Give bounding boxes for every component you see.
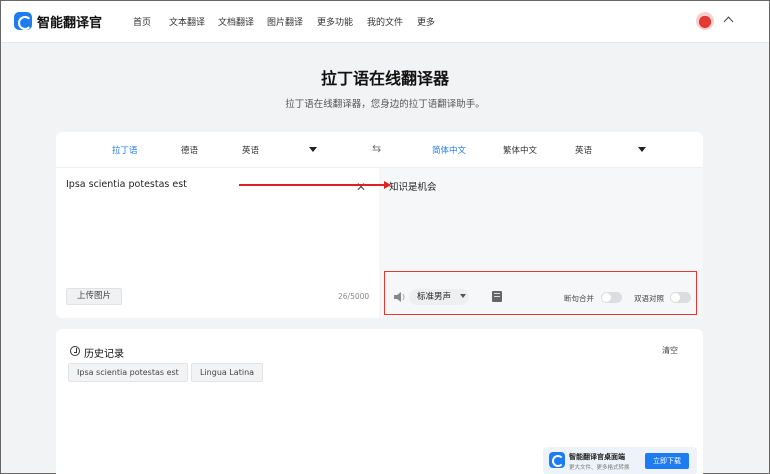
source-lang-latin[interactable]: 拉丁语 — [112, 144, 138, 156]
history-icon — [70, 346, 80, 356]
nav-item-text-translate[interactable]: 文本翻译 — [169, 15, 205, 28]
app-logo-icon[interactable] — [14, 12, 32, 30]
char-counter: 26/5000 — [338, 292, 370, 301]
top-navbar: 智能翻译官 首页 文本翻译 文档翻译 图片翻译 更多功能 我的文件 更多 — [1, 1, 769, 43]
source-text-input[interactable]: Ipsa scientia potestas est — [66, 179, 187, 190]
annotation-highlight-box — [384, 271, 697, 315]
source-lang-german[interactable]: 德语 — [181, 144, 198, 156]
promo-subtitle: 更大文件、更多格式转换 — [569, 465, 630, 471]
page-subtitle: 拉丁语在线翻译器，您身边的拉丁语翻译助手。 — [285, 99, 485, 110]
annotation-arrow-head — [384, 181, 391, 189]
language-bar: 拉丁语 德语 英语 ⇆ 简体中文 繁体中文 英语 — [56, 132, 703, 168]
download-now-button[interactable]: 立即下载 — [645, 453, 689, 469]
history-title: 历史记录 — [84, 349, 124, 360]
target-lang-english[interactable]: 英语 — [575, 144, 592, 156]
nav-item-doc-translate[interactable]: 文档翻译 — [218, 15, 254, 28]
nav-item-more-features[interactable]: 更多功能 — [317, 15, 353, 28]
history-chip[interactable]: Ipsa scientia potestas est — [68, 363, 188, 382]
history-chip[interactable]: Lingua Latina — [191, 363, 264, 382]
chevron-up-icon[interactable] — [723, 16, 734, 27]
nav-item-more[interactable]: 更多 — [417, 15, 435, 28]
upload-image-button[interactable]: 上传图片 — [66, 288, 122, 305]
source-lang-dropdown-icon[interactable] — [309, 147, 317, 152]
nav-item-home[interactable]: 首页 — [133, 15, 151, 28]
page-title: 拉丁语在线翻译器 — [320, 69, 449, 88]
source-lang-english[interactable]: 英语 — [242, 144, 259, 156]
desktop-promo-banner: 智能翻译官桌面端 更大文件、更多格式转换 立即下载 — [543, 447, 697, 474]
app-name[interactable]: 智能翻译官 — [37, 12, 102, 31]
target-lang-simplified-chinese[interactable]: 简体中文 — [432, 144, 466, 156]
nav-item-my-files[interactable]: 我的文件 — [367, 15, 403, 28]
clear-history-button[interactable]: 清空 — [662, 345, 678, 356]
annotation-arrow — [239, 184, 387, 186]
nav-item-image-translate[interactable]: 图片翻译 — [267, 15, 303, 28]
target-lang-dropdown-icon[interactable] — [638, 147, 646, 152]
desktop-app-icon — [549, 452, 565, 468]
promo-title: 智能翻译官桌面端 — [569, 453, 625, 461]
target-lang-traditional-chinese[interactable]: 繁体中文 — [503, 144, 537, 156]
clear-input-icon[interactable]: ✕ — [356, 180, 366, 194]
translation-output: 知识是机会 — [389, 182, 437, 193]
swap-languages-icon[interactable]: ⇆ — [372, 143, 384, 155]
user-avatar[interactable] — [696, 12, 714, 30]
